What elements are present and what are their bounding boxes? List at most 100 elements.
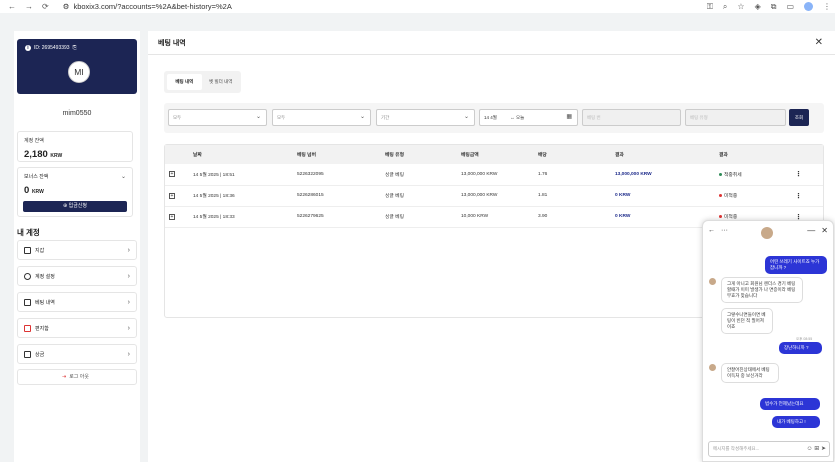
sidepanel-icon[interactable]: ▭ [786,2,794,11]
minimize-icon[interactable]: — [807,226,815,235]
send-icon[interactable]: ➤ [821,446,826,452]
id-card: i ID: 2695493393 ⎘ MI [17,39,137,94]
table-header-row: 날짜 베팅 넘버 베팅 유형 베팅금액 배당 결과 결과 [165,145,823,164]
logout-button[interactable]: ⇥ 로그 아웃 [17,369,137,385]
chat-message-in: 안잘어진상태에서 베팅 이득처 중 보신거라 [721,363,779,383]
bonus-label: 보너스 잔액 [24,174,49,180]
chat-message-out: 범수가 언제났는데요 [760,398,820,410]
col-date: 날짜 [189,145,293,164]
sidebar-item-inbox[interactable]: 편지함 › [17,318,137,338]
chevron-down-icon: ⌄ [359,114,365,120]
gift-icon [24,350,31,358]
profile-avatar[interactable] [804,2,813,11]
chevron-right-icon: › [127,298,130,306]
table-row[interactable]: + 14 5월 2025 | 18:36 5226286015 싱글 베팅 13… [165,185,823,207]
back-icon[interactable]: ← [8,2,16,11]
filter-select-2[interactable]: 모두 ⌄ [272,109,371,126]
plus-circle-icon: ⊕ [63,203,68,209]
chevron-right-icon: › [127,246,130,254]
expand-icon[interactable]: + [169,192,175,199]
sidebar-item-prizes[interactable]: 상금 › [17,344,137,364]
agent-avatar-icon [709,364,716,371]
sidebar-item-bet-history[interactable]: 베팅 내역 › [17,292,137,312]
avatar[interactable]: MI [68,61,90,83]
balance-card: 계정 잔액 2,180 KRW [17,131,133,162]
status-dot [719,194,722,198]
my-account-title: 내 계정 [17,228,40,237]
browser-tools: ⚿ ⌕ ☆ ◈ ⧉ ▭ ⋮ [707,2,831,12]
col-odds: 배당 [534,145,611,164]
info-icon: i [25,45,31,51]
zoom-icon[interactable]: ⌕ [723,2,727,12]
emoji-icon[interactable]: ☺ [806,446,812,452]
chat-input-actions: ☺ ⊞ ➤ [806,442,826,456]
filter-select-1[interactable]: 모두 ⌄ [168,109,267,126]
mail-icon [24,324,31,332]
sidebar-item-account-settings[interactable]: 계정 설정 › [17,266,137,286]
back-arrow-icon[interactable]: ← [708,227,715,234]
browser-nav: ← → ⟳ [8,2,49,11]
arrow-range-icon: ↔ [510,115,515,120]
site-info-icon[interactable]: ⚙ [63,2,70,11]
close-icon[interactable]: ✕ [815,37,823,48]
close-icon[interactable]: ✕ [821,226,828,235]
chevron-down-icon: ⌄ [255,114,261,120]
deposit-button[interactable]: ⊕ 입금신청 [23,201,127,212]
tab-bet-builder-history[interactable]: 벳 빌더 내역 [204,74,239,90]
user-icon [24,272,31,280]
expand-icon[interactable]: + [169,213,175,220]
expand-icon[interactable]: + [169,171,175,178]
extension-icon[interactable]: ◈ [755,2,761,11]
address-bar[interactable]: ⚙ kboxix3.com/?accounts=%2A&bet-history=… [63,2,232,11]
copy-icon[interactable]: ⎘ [73,45,77,51]
status-dot [719,172,722,176]
more-icon[interactable]: ⋮ [791,185,823,207]
chevron-right-icon: › [127,272,130,280]
star-icon[interactable]: ☆ [737,2,744,11]
col-bet-number: 베팅 넘버 [293,145,381,164]
chat-message-out: 장난하니까 ? [779,342,822,354]
agent-avatar [761,227,773,239]
bet-number-input[interactable]: 베팅 번 [582,109,681,126]
attach-icon[interactable]: ⊞ [814,446,819,452]
puzzle-icon[interactable]: ⧉ [771,2,777,12]
more-horizontal-icon[interactable]: ··· [721,227,728,234]
sidebar-item-wallet[interactable]: 지갑 › [17,240,137,260]
chevron-down-icon[interactable]: ⌄ [121,173,126,180]
balance-amount: 2,180 KRW [24,149,63,160]
chat-message-input[interactable]: 메시지를 작성해주세요... ☺ ⊞ ➤ [708,441,830,457]
chat-message-in: 그게 아니고 회원님 렌더스 경기 베팅할때가 이미 발생가 나 면증이라 베팅… [721,277,803,303]
status-badge: 적중취세 [715,164,791,186]
history-icon [24,298,31,306]
more-icon[interactable]: ⋮ [791,164,823,186]
balance-label: 계정 잔액 [24,138,44,144]
menu-icon[interactable]: ⋮ [823,2,831,11]
reload-icon[interactable]: ⟳ [42,2,49,11]
chat-widget: ← ··· — ✕ 어떤 쓰레기 사이트죠 누가 잡니까 ? 그게 아니고 회원… [702,220,834,462]
url-text[interactable]: kboxix3.com/?accounts=%2A&bet-history=%2… [73,2,231,11]
forward-icon[interactable]: → [25,2,33,11]
table-row[interactable]: + 14 5월 2025 | 18:51 5226322095 싱글 베팅 13… [165,164,823,186]
status-dot [719,215,722,219]
wallet-icon [24,246,31,254]
page-title: 베팅 내역 [148,31,835,55]
username: mim0550 [62,110,92,117]
chat-message-out: 내가 베팅하고 ! [772,416,820,428]
history-tabs: 베팅 내역 벳 빌더 내역 [164,71,241,93]
filter-select-period[interactable]: 기간 ⌄ [376,109,475,126]
tab-bet-history[interactable]: 베팅 내역 [167,74,202,90]
key-icon[interactable]: ⚿ [707,2,713,12]
col-amount: 베팅금액 [457,145,534,164]
search-button[interactable]: 조회 [789,109,809,126]
browser-toolbar: ← → ⟳ ⚙ kboxix3.com/?accounts=%2A&bet-hi… [0,0,835,13]
chat-message-out: 어떤 쓰레기 사이트죠 누가 잡니까 ? [765,256,827,274]
col-bet-type: 베팅 유형 [381,145,457,164]
calendar-icon: ▦ [566,114,572,120]
chevron-right-icon: › [127,350,130,358]
date-range-picker[interactable]: 14 4월 ↔ 오늘 ▦ [479,109,578,126]
filter-bar: 모두 ⌄ 모두 ⌄ 기간 ⌄ 14 4월 ↔ 오늘 ▦ 베팅 번 베팅 유형 조회 [164,103,824,133]
bet-type-input[interactable]: 베팅 유형 [685,109,786,126]
chevron-right-icon: › [127,324,130,332]
col-result: 결과 [611,145,715,164]
bonus-card: 보너스 잔액 ⌄ 0 KRW ⊕ 입금신청 [17,167,133,217]
